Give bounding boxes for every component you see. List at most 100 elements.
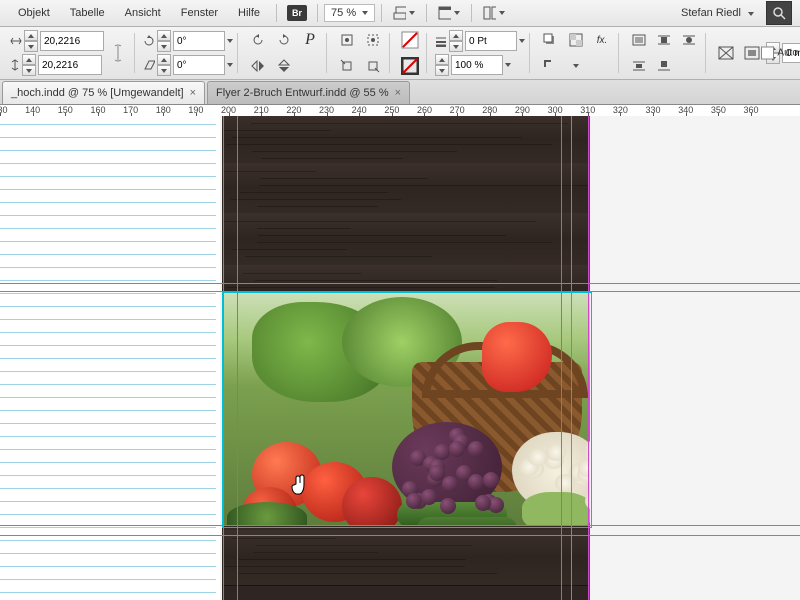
drop-shadow-icon[interactable]: [538, 28, 562, 52]
wrap-jump-icon[interactable]: [627, 54, 651, 78]
fx-icon[interactable]: fx.: [590, 28, 614, 52]
image-frame-vegetables[interactable]: [222, 292, 590, 526]
fill-swatch[interactable]: [398, 28, 422, 52]
size-group: [6, 33, 135, 73]
stroke-stepper[interactable]: [449, 30, 463, 52]
opacity-icon[interactable]: [564, 28, 588, 52]
text-frame[interactable]: [0, 116, 220, 600]
transform-tools-group: P: [242, 33, 327, 73]
wrap-none-icon[interactable]: [627, 28, 651, 52]
user-name[interactable]: Stefan Riedl: [675, 5, 760, 21]
scale-percent-input[interactable]: [451, 55, 503, 75]
chevron-down-icon: [362, 11, 368, 15]
stroke-weight-icon: [435, 35, 447, 47]
separator: [381, 4, 382, 22]
rotation-input[interactable]: [173, 31, 225, 51]
menu-objekt[interactable]: Objekt: [8, 3, 60, 23]
chevron-down-icon: [454, 11, 460, 15]
separator: [471, 4, 472, 22]
rotation-field[interactable]: [143, 30, 233, 52]
tab-label: _hoch.indd @ 75 % [Umgewandelt]: [11, 87, 184, 99]
menu-tabelle[interactable]: Tabelle: [60, 3, 115, 23]
wrap-column-icon[interactable]: [652, 54, 676, 78]
chevron-down-icon: [227, 39, 233, 43]
type-on-path-icon[interactable]: P: [298, 28, 322, 52]
scale-percent-field[interactable]: [435, 54, 525, 76]
bridge-icon[interactable]: Br: [287, 5, 307, 21]
flip-horizontal-icon[interactable]: [246, 54, 270, 78]
wrap-bounding-icon[interactable]: [652, 28, 676, 52]
zoom-value: 75 %: [331, 7, 356, 19]
shear-field[interactable]: [143, 54, 233, 76]
chevron-down-icon: [409, 11, 415, 15]
stroke-weight-input[interactable]: [465, 31, 517, 51]
wrap-shape-icon[interactable]: [677, 28, 701, 52]
height-input[interactable]: [38, 55, 102, 75]
search-icon: [772, 6, 786, 20]
chevron-down-icon: [227, 63, 233, 67]
auto-fit-checkbox[interactable]: Auto: [761, 47, 798, 60]
document-tab[interactable]: _hoch.indd @ 75 % [Umgewandelt] ×: [2, 81, 205, 104]
shear-icon: [143, 59, 155, 71]
stroke-weight-group: [431, 33, 530, 73]
chevron-down-icon: [505, 63, 511, 67]
stroke-weight-field[interactable]: [435, 30, 525, 52]
view-options-icon[interactable]: [392, 2, 416, 24]
document-tab[interactable]: Flyer 2-Bruch Entwurf.indd @ 55 % ×: [207, 81, 410, 104]
search-button[interactable]: [766, 1, 792, 25]
width-icon: [10, 36, 22, 46]
object-tools-group: [331, 33, 390, 73]
more-icon[interactable]: [564, 54, 588, 78]
height-stepper[interactable]: [22, 54, 36, 76]
close-icon[interactable]: ×: [190, 87, 196, 99]
shear-input[interactable]: [173, 55, 225, 75]
height-icon: [10, 59, 20, 71]
zoom-level-select[interactable]: 75 %: [324, 4, 375, 22]
rotate-cw-icon[interactable]: [272, 28, 296, 52]
checkbox-icon: [761, 47, 774, 60]
select-next-icon[interactable]: [361, 54, 385, 78]
shear-stepper[interactable]: [157, 54, 171, 76]
menu-fenster[interactable]: Fenster: [171, 3, 228, 23]
text-wrap-group: [623, 33, 706, 73]
close-icon[interactable]: ×: [395, 87, 401, 99]
chevron-down-icon: [573, 64, 579, 68]
width-input[interactable]: [40, 31, 104, 51]
rotation-icon: [143, 35, 155, 47]
constrain-proportions-icon[interactable]: [106, 41, 130, 65]
screen-mode-icon[interactable]: [437, 2, 461, 24]
menu-bar: Objekt Tabelle Ansicht Fenster Hilfe Br …: [0, 0, 800, 27]
corner-options-icon[interactable]: [538, 54, 562, 78]
stroke-swatch[interactable]: [398, 54, 422, 78]
rotate-ccw-icon[interactable]: [246, 28, 270, 52]
height-field[interactable]: [10, 54, 104, 76]
control-panel: P: [0, 27, 800, 80]
select-content-icon[interactable]: [361, 28, 385, 52]
chevron-down-icon: [519, 39, 525, 43]
chevron-down-icon: [499, 11, 505, 15]
menu-hilfe[interactable]: Hilfe: [228, 3, 270, 23]
arrange-documents-icon[interactable]: [482, 2, 506, 24]
fit-content-icon[interactable]: [714, 41, 738, 65]
rotation-stepper[interactable]: [157, 30, 171, 52]
separator: [276, 4, 277, 22]
select-previous-icon[interactable]: [335, 54, 359, 78]
user-area: Stefan Riedl: [675, 1, 792, 25]
auto-fit-label: Auto: [777, 48, 798, 59]
effects-group: fx.: [534, 33, 619, 73]
stroke-fill-group: [394, 33, 427, 73]
rotation-group: [139, 33, 238, 73]
width-stepper[interactable]: [24, 30, 38, 52]
scale-stepper[interactable]: [435, 54, 449, 76]
menu-ansicht[interactable]: Ansicht: [115, 3, 171, 23]
separator: [426, 4, 427, 22]
fit-frame-icon[interactable]: [740, 41, 764, 65]
document-tabs: _hoch.indd @ 75 % [Umgewandelt] × Flyer …: [0, 80, 800, 105]
select-container-icon[interactable]: [335, 28, 359, 52]
separator: [317, 4, 318, 22]
chevron-down-icon: [748, 12, 754, 16]
width-field[interactable]: [10, 30, 104, 52]
flip-vertical-icon[interactable]: [272, 54, 296, 78]
document-canvas[interactable]: [0, 116, 800, 600]
tab-label: Flyer 2-Bruch Entwurf.indd @ 55 %: [216, 87, 389, 99]
